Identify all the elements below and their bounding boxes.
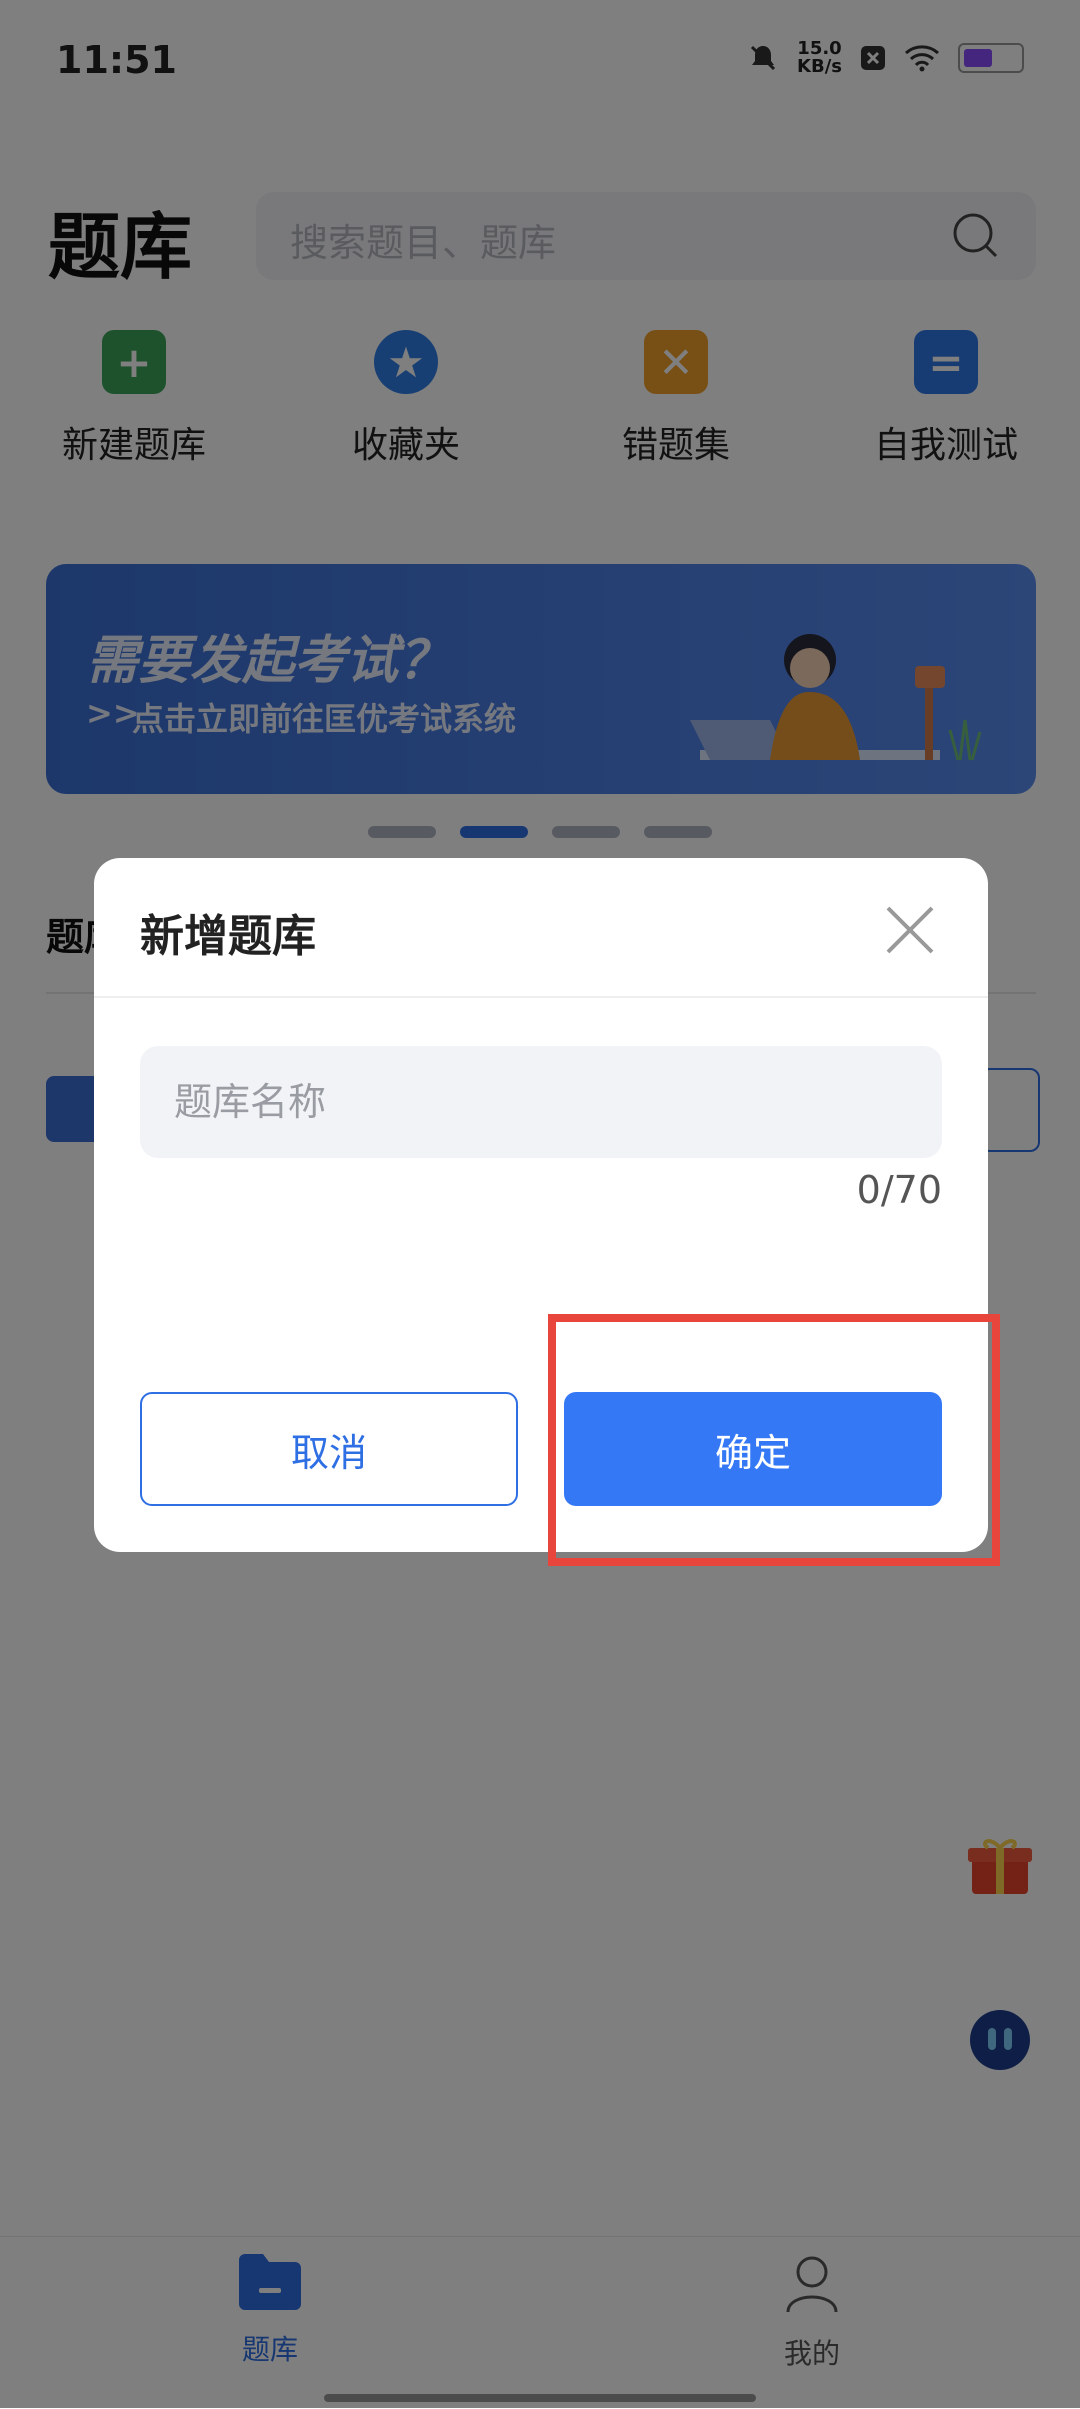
close-icon[interactable]: [880, 900, 940, 960]
dialog-divider: [94, 996, 988, 998]
dialog-title: 新增题库: [140, 911, 316, 962]
bank-name-input[interactable]: [140, 1046, 942, 1158]
char-counter: 0/70: [856, 1168, 942, 1212]
cancel-button[interactable]: 取消: [140, 1392, 518, 1506]
highlight-box: [548, 1314, 1000, 1566]
